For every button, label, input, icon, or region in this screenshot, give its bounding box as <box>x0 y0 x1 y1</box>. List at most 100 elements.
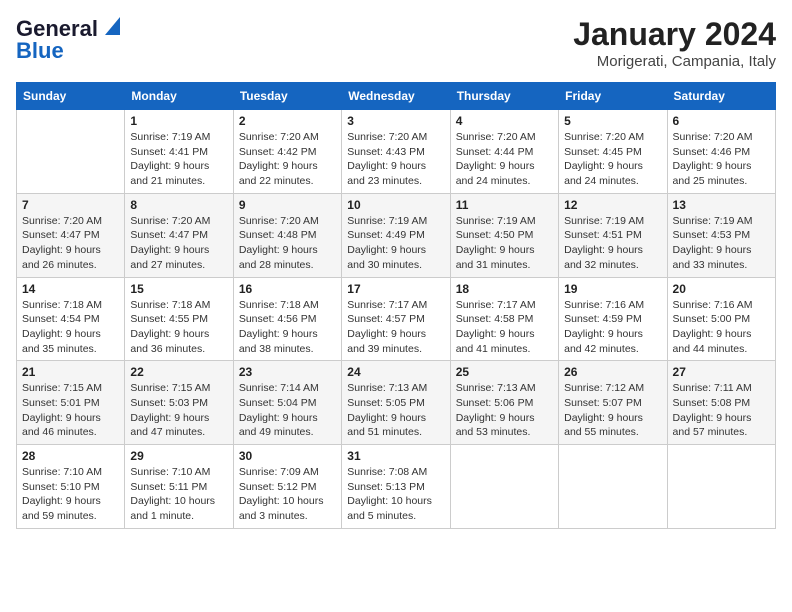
day-number: 13 <box>673 198 770 212</box>
weekday-header-monday: Monday <box>125 83 233 110</box>
day-number: 17 <box>347 282 444 296</box>
calendar-cell: 20 Sunrise: 7:16 AMSunset: 5:00 PMDayligh… <box>667 277 775 361</box>
page-header: General Blue January 2024 Morigerati, Ca… <box>16 16 776 70</box>
calendar-cell: 10Sunrise: 7:19 AMSunset: 4:49 PMDayligh… <box>342 193 450 277</box>
day-number: 30 <box>239 449 336 463</box>
calendar-cell: 26 Sunrise: 7:12 AMSunset: 5:07 PMDayligh… <box>559 361 667 445</box>
calendar-cell: 14 Sunrise: 7:18 AMSunset: 4:54 PMDayligh… <box>17 277 125 361</box>
calendar-cell: 29 Sunrise: 7:10 AMSunset: 5:11 PMDayligh… <box>125 445 233 529</box>
weekday-header-tuesday: Tuesday <box>233 83 341 110</box>
calendar-table: SundayMondayTuesdayWednesdayThursdayFrid… <box>16 82 776 529</box>
title-area: January 2024 Morigerati, Campania, Italy <box>573 16 776 70</box>
day-info: Sunrise: 7:20 AMSunset: 4:45 PMDaylight:… <box>564 130 661 189</box>
week-row-3: 14 Sunrise: 7:18 AMSunset: 4:54 PMDayligh… <box>17 277 776 361</box>
day-number: 11 <box>456 198 553 212</box>
day-info: Sunrise: 7:20 AMSunset: 4:46 PMDaylight:… <box>673 130 770 189</box>
calendar-cell <box>559 445 667 529</box>
calendar-cell: 9Sunrise: 7:20 AMSunset: 4:48 PMDaylight… <box>233 193 341 277</box>
day-number: 31 <box>347 449 444 463</box>
day-info: Sunrise: 7:14 AMSunset: 5:04 PMDaylight:… <box>239 381 336 440</box>
day-number: 2 <box>239 114 336 128</box>
day-number: 29 <box>130 449 227 463</box>
calendar-cell: 13 Sunrise: 7:19 AMSunset: 4:53 PMDayligh… <box>667 193 775 277</box>
day-number: 24 <box>347 365 444 379</box>
day-number: 15 <box>130 282 227 296</box>
day-info: Sunrise: 7:16 AMSunset: 5:00 PMDaylight:… <box>673 298 770 357</box>
calendar-cell: 23 Sunrise: 7:14 AMSunset: 5:04 PMDayligh… <box>233 361 341 445</box>
calendar-cell: 3 Sunrise: 7:20 AMSunset: 4:43 PMDaylight… <box>342 110 450 194</box>
day-number: 23 <box>239 365 336 379</box>
calendar-cell: 11Sunrise: 7:19 AMSunset: 4:50 PMDayligh… <box>450 193 558 277</box>
day-info: Sunrise: 7:13 AMSunset: 5:06 PMDaylight:… <box>456 381 553 440</box>
calendar-cell: 22Sunrise: 7:15 AMSunset: 5:03 PMDayligh… <box>125 361 233 445</box>
calendar-cell: 21Sunrise: 7:15 AMSunset: 5:01 PMDayligh… <box>17 361 125 445</box>
calendar-cell: 30 Sunrise: 7:09 AMSunset: 5:12 PMDayligh… <box>233 445 341 529</box>
day-number: 21 <box>22 365 119 379</box>
day-info: Sunrise: 7:17 AMSunset: 4:58 PMDaylight:… <box>456 298 553 357</box>
day-number: 28 <box>22 449 119 463</box>
day-info: Sunrise: 7:20 AMSunset: 4:43 PMDaylight:… <box>347 130 444 189</box>
location-label: Morigerati, Campania, Italy <box>573 53 776 70</box>
week-row-2: 7 Sunrise: 7:20 AMSunset: 4:47 PMDaylight… <box>17 193 776 277</box>
day-info: Sunrise: 7:10 AMSunset: 5:11 PMDaylight:… <box>130 465 227 524</box>
day-info: Sunrise: 7:16 AMSunset: 4:59 PMDaylight:… <box>564 298 661 357</box>
calendar-cell: 5Sunrise: 7:20 AMSunset: 4:45 PMDaylight… <box>559 110 667 194</box>
day-number: 27 <box>673 365 770 379</box>
day-number: 8 <box>130 198 227 212</box>
day-info: Sunrise: 7:11 AMSunset: 5:08 PMDaylight:… <box>673 381 770 440</box>
calendar-cell: 16 Sunrise: 7:18 AMSunset: 4:56 PMDayligh… <box>233 277 341 361</box>
weekday-header-sunday: Sunday <box>17 83 125 110</box>
day-info: Sunrise: 7:19 AMSunset: 4:41 PMDaylight:… <box>130 130 227 189</box>
day-number: 1 <box>130 114 227 128</box>
weekday-header-row: SundayMondayTuesdayWednesdayThursdayFrid… <box>17 83 776 110</box>
calendar-cell: 24Sunrise: 7:13 AMSunset: 5:05 PMDayligh… <box>342 361 450 445</box>
month-title: January 2024 <box>573 16 776 53</box>
calendar-cell: 27 Sunrise: 7:11 AMSunset: 5:08 PMDayligh… <box>667 361 775 445</box>
day-info: Sunrise: 7:18 AMSunset: 4:54 PMDaylight:… <box>22 298 119 357</box>
calendar-cell: 19Sunrise: 7:16 AMSunset: 4:59 PMDayligh… <box>559 277 667 361</box>
weekday-header-wednesday: Wednesday <box>342 83 450 110</box>
day-info: Sunrise: 7:19 AMSunset: 4:53 PMDaylight:… <box>673 214 770 273</box>
logo-blue: Blue <box>16 38 64 64</box>
day-info: Sunrise: 7:18 AMSunset: 4:56 PMDaylight:… <box>239 298 336 357</box>
day-number: 18 <box>456 282 553 296</box>
calendar-cell <box>17 110 125 194</box>
day-info: Sunrise: 7:15 AMSunset: 5:03 PMDaylight:… <box>130 381 227 440</box>
calendar-cell: 6 Sunrise: 7:20 AMSunset: 4:46 PMDaylight… <box>667 110 775 194</box>
day-info: Sunrise: 7:17 AMSunset: 4:57 PMDaylight:… <box>347 298 444 357</box>
day-number: 20 <box>673 282 770 296</box>
day-info: Sunrise: 7:12 AMSunset: 5:07 PMDaylight:… <box>564 381 661 440</box>
calendar-cell: 1 Sunrise: 7:19 AMSunset: 4:41 PMDaylight… <box>125 110 233 194</box>
week-row-4: 21Sunrise: 7:15 AMSunset: 5:01 PMDayligh… <box>17 361 776 445</box>
day-number: 3 <box>347 114 444 128</box>
weekday-header-thursday: Thursday <box>450 83 558 110</box>
calendar-cell: 4 Sunrise: 7:20 AMSunset: 4:44 PMDaylight… <box>450 110 558 194</box>
day-info: Sunrise: 7:19 AMSunset: 4:51 PMDaylight:… <box>564 214 661 273</box>
calendar-cell: 31Sunrise: 7:08 AMSunset: 5:13 PMDayligh… <box>342 445 450 529</box>
calendar-cell: 28Sunrise: 7:10 AMSunset: 5:10 PMDayligh… <box>17 445 125 529</box>
day-number: 26 <box>564 365 661 379</box>
day-number: 4 <box>456 114 553 128</box>
calendar-cell <box>667 445 775 529</box>
day-info: Sunrise: 7:09 AMSunset: 5:12 PMDaylight:… <box>239 465 336 524</box>
day-info: Sunrise: 7:20 AMSunset: 4:44 PMDaylight:… <box>456 130 553 189</box>
weekday-header-saturday: Saturday <box>667 83 775 110</box>
day-info: Sunrise: 7:18 AMSunset: 4:55 PMDaylight:… <box>130 298 227 357</box>
day-number: 16 <box>239 282 336 296</box>
calendar-cell: 12 Sunrise: 7:19 AMSunset: 4:51 PMDayligh… <box>559 193 667 277</box>
calendar-cell: 17 Sunrise: 7:17 AMSunset: 4:57 PMDayligh… <box>342 277 450 361</box>
weekday-header-friday: Friday <box>559 83 667 110</box>
day-number: 10 <box>347 198 444 212</box>
day-info: Sunrise: 7:20 AMSunset: 4:47 PMDaylight:… <box>22 214 119 273</box>
logo-triangle-icon <box>100 17 120 37</box>
calendar-cell: 25Sunrise: 7:13 AMSunset: 5:06 PMDayligh… <box>450 361 558 445</box>
day-info: Sunrise: 7:20 AMSunset: 4:48 PMDaylight:… <box>239 214 336 273</box>
calendar-cell: 7 Sunrise: 7:20 AMSunset: 4:47 PMDaylight… <box>17 193 125 277</box>
calendar-cell: 18 Sunrise: 7:17 AMSunset: 4:58 PMDayligh… <box>450 277 558 361</box>
week-row-1: 1 Sunrise: 7:19 AMSunset: 4:41 PMDaylight… <box>17 110 776 194</box>
day-number: 12 <box>564 198 661 212</box>
calendar-cell: 2Sunrise: 7:20 AMSunset: 4:42 PMDaylight… <box>233 110 341 194</box>
day-number: 7 <box>22 198 119 212</box>
day-number: 14 <box>22 282 119 296</box>
day-number: 6 <box>673 114 770 128</box>
